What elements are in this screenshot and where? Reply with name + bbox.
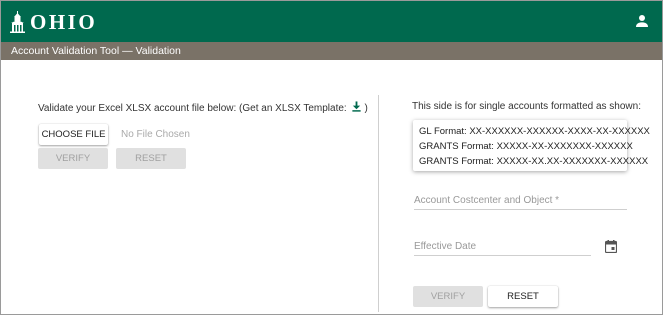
reset-account-button[interactable]: RESET: [488, 286, 558, 307]
ohio-logo[interactable]: OHIO: [10, 10, 97, 34]
instruction-text: Validate your Excel XLSX account file be…: [38, 103, 347, 114]
top-header: OHIO: [1, 1, 662, 42]
date-field-label: Effective Date: [414, 241, 477, 252]
verify-account-button[interactable]: VERIFY: [413, 286, 483, 307]
cupola-icon: [10, 11, 25, 33]
page-title-bar: Account Validation Tool — Validation: [1, 42, 662, 60]
account-person-icon[interactable]: [634, 13, 650, 29]
app-window: OHIO Account Validation Tool — Validatio…: [0, 0, 663, 315]
format-examples-card: GL Format: XX-XXXXXX-XXXXXX-XXXX-XX-XXXX…: [413, 120, 650, 171]
panel-divider: [378, 95, 379, 312]
logo-text: OHIO: [30, 10, 98, 34]
file-upload-instructions: Validate your Excel XLSX account file be…: [38, 101, 368, 115]
account-field-label: Account Costcenter and Object *: [414, 195, 560, 206]
download-icon[interactable]: [351, 101, 362, 112]
single-account-instructions: This side is for single accounts formatt…: [412, 101, 641, 112]
reset-file-button[interactable]: RESET: [116, 148, 186, 169]
date-field-underline: [414, 255, 591, 256]
file-status-text: No File Chosen: [121, 129, 190, 140]
account-field-underline: [414, 209, 627, 210]
account-costcenter-field[interactable]: Account Costcenter and Object *: [414, 195, 627, 210]
grants-format-line: GRANTS Format: XXXXX-XX-XXXXXXX-XXXXXX: [419, 141, 633, 152]
calendar-icon[interactable]: [605, 240, 617, 253]
instruction-suffix: ): [364, 103, 368, 114]
choose-file-button[interactable]: CHOOSE FILE: [39, 124, 108, 145]
effective-date-field[interactable]: Effective Date: [414, 241, 591, 256]
main-content: Validate your Excel XLSX account file be…: [1, 60, 662, 314]
gl-format-line: GL Format: XX-XXXXXX-XXXXXX-XXXX-XX-XXXX…: [419, 126, 650, 137]
verify-file-button[interactable]: VERIFY: [38, 148, 108, 169]
grants-format-line-alt: GRANTS Format: XXXXX-XX.XX-XXXXXXX-XXXXX…: [419, 156, 649, 167]
page-title: Account Validation Tool — Validation: [11, 45, 181, 57]
